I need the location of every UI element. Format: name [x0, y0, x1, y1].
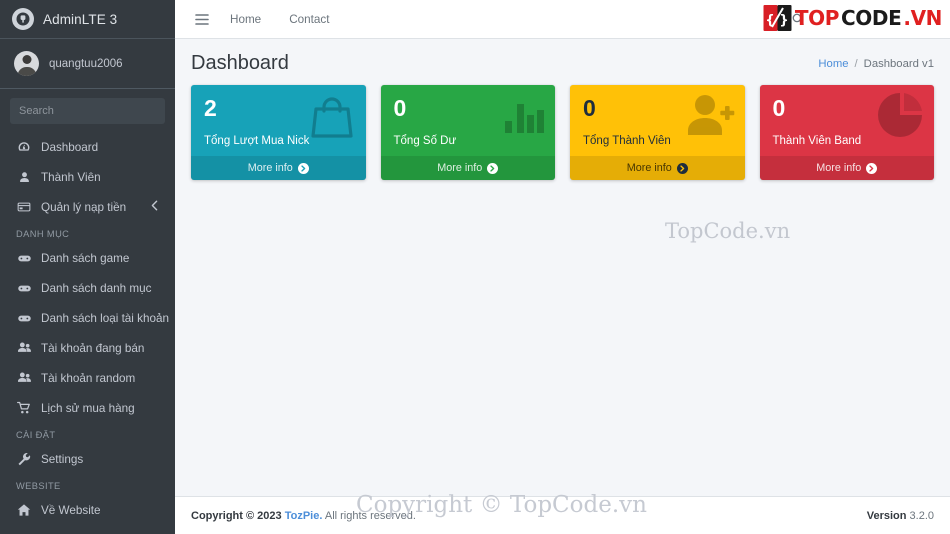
arrow-right-circle-icon [866, 162, 878, 174]
sidebar: AdminLTE 3 quangtuu2006 Search Dashboard… [0, 0, 175, 534]
info-box-tong-thanh-vien: 0 Tổng Thành Viên More info [570, 85, 745, 180]
info-box-tong-luot-mua-nick: 2 Tổng Lượt Mua Nick More info [191, 85, 366, 180]
page-footer: Copyright © 2023 TozPie. All rights rese… [175, 496, 950, 534]
info-box-more-link[interactable]: More info [759, 156, 934, 180]
breadcrumb-current: Dashboard v1 [863, 57, 934, 70]
sidebar-item-settings[interactable]: Settings [7, 444, 168, 474]
info-box-body: 2 Tổng Lượt Mua Nick [191, 85, 366, 156]
user-friends-icon [16, 341, 32, 355]
sidebar-nav: Dashboard Thành Viên Quản lý nạp tiền DA… [0, 130, 175, 525]
sidebar-item-danh-sach-game[interactable]: Danh sách game [7, 243, 168, 273]
info-box-tong-so-du: 0 Tổng Số Dư More info [380, 85, 556, 180]
tachometer-icon [16, 140, 32, 154]
sidebar-item-label: Thành Viên [41, 170, 101, 184]
info-box-more-label: More info [247, 162, 293, 174]
sidebar-item-label: Lịch sử mua hàng [41, 401, 135, 415]
app-root: AdminLTE 3 quangtuu2006 Search Dashboard… [0, 0, 950, 534]
sidebar-item-lich-su-mua-hang[interactable]: Lịch sử mua hàng [7, 393, 168, 423]
sidebar-item-danh-sach-loai-tai-khoan[interactable]: Danh sách loại tài khoản [7, 303, 169, 333]
breadcrumb-separator: / [854, 57, 858, 70]
footer-version: Version 3.2.0 [867, 510, 934, 522]
avatar [14, 51, 39, 76]
gamepad-icon [16, 251, 32, 266]
main-area: Home Contact Dashboard Home / Dashboard … [175, 0, 950, 534]
info-box-body: 0 Tổng Số Dư [381, 85, 556, 156]
info-box-more-label: More info [626, 162, 672, 174]
wrench-icon [16, 452, 32, 466]
sidebar-item-ve-website[interactable]: Về Website [7, 495, 168, 525]
top-navbar: Home Contact [175, 0, 950, 39]
sidebar-item-label: Settings [41, 452, 84, 466]
search-input[interactable] [10, 98, 165, 124]
sidebar-section-header-danhmuc: DANH MỤC [16, 229, 70, 239]
sidebar-user-panel[interactable]: quangtuu2006 [0, 39, 175, 89]
arrow-right-circle-icon [487, 162, 499, 174]
bar-chart-icon [499, 91, 547, 144]
sidebar-item-label: Danh sách danh mục [41, 281, 152, 295]
user-icon [16, 171, 32, 184]
breadcrumb: Home / Dashboard v1 [818, 58, 934, 70]
navbar-link-contact[interactable]: Contact [275, 13, 343, 26]
home-icon [16, 503, 32, 517]
chevron-left-icon[interactable] [151, 198, 158, 216]
info-box-more-link[interactable]: More info [380, 156, 555, 180]
gamepad-icon [16, 281, 32, 296]
footer-copyright-prefix: Copyright © 2023 [191, 509, 282, 522]
credit-card-icon [16, 200, 32, 214]
sidebar-brand-title: AdminLTE 3 [43, 11, 118, 27]
breadcrumb-home[interactable]: Home [818, 58, 848, 70]
info-box-body: 0 Thành Viên Band [760, 85, 935, 156]
sidebar-item-quan-ly-nap-tien[interactable]: Quản lý nạp tiền [7, 192, 168, 222]
arrow-right-circle-icon [297, 162, 309, 174]
navbar-link-home[interactable]: Home [216, 13, 275, 26]
info-box-row: 2 Tổng Lượt Mua Nick More info 0 Tổng Số… [175, 85, 950, 180]
sidebar-item-label: Tài khoản random [41, 371, 136, 385]
shopping-cart-icon [16, 401, 32, 415]
info-box-body: 0 Tổng Thành Viên [570, 85, 745, 156]
sidebar-item-thanh-vien[interactable]: Thành Viên [7, 162, 168, 192]
sidebar-item-danh-sach-danh-muc[interactable]: Danh sách danh mục [7, 273, 168, 303]
adminlte-circle-logo-icon [12, 8, 34, 30]
footer-copyright: Copyright © 2023 TozPie. All rights rese… [191, 510, 416, 522]
sidebar-item-tai-khoan-random[interactable]: Tài khoản random [7, 363, 168, 393]
sidebar-item-label: Danh sách loại tài khoản [41, 311, 169, 325]
info-box-thanh-vien-band: 0 Thành Viên Band More info [759, 85, 935, 180]
sidebar-item-label: Về Website [41, 503, 101, 517]
sidebar-item-label: Quản lý nạp tiền [41, 200, 127, 214]
user-friends-icon [16, 371, 32, 385]
hamburger-icon[interactable] [188, 13, 216, 26]
info-box-more-label: More info [437, 162, 483, 174]
sidebar-item-dashboard[interactable]: Dashboard [7, 132, 168, 162]
sidebar-brand[interactable]: AdminLTE 3 [0, 0, 175, 39]
pie-chart-icon [878, 91, 926, 144]
user-plus-icon [685, 91, 737, 144]
info-box-more-label: More info [816, 162, 862, 174]
sidebar-section-header-website: WEBSITE [16, 481, 61, 491]
arrow-right-circle-icon [676, 162, 688, 174]
content-header: Dashboard Home / Dashboard v1 [175, 39, 950, 85]
sidebar-item-label: Danh sách game [41, 251, 130, 265]
sidebar-item-label: Dashboard [41, 140, 99, 154]
footer-version-label: Version [866, 509, 907, 522]
footer-rights: All rights reserved. [324, 509, 416, 522]
sidebar-search [0, 89, 175, 130]
sidebar-section-header-caidat: CÀI ĐẶT [16, 430, 56, 440]
sidebar-item-tai-khoan-dang-ban[interactable]: Tài khoản đang bán [7, 333, 168, 363]
info-box-more-link[interactable]: More info [570, 156, 745, 180]
info-box-more-link[interactable]: More info [191, 156, 366, 180]
sidebar-item-label: Tài khoản đang bán [41, 341, 145, 355]
footer-brand-link[interactable]: TozPie. [285, 510, 323, 522]
gamepad-icon [16, 311, 32, 326]
shopping-bag-icon [306, 91, 358, 148]
footer-version-number: 3.2.0 [909, 509, 934, 522]
page-title: Dashboard [191, 52, 289, 74]
sidebar-username: quangtuu2006 [49, 57, 123, 70]
search-box [10, 98, 165, 124]
